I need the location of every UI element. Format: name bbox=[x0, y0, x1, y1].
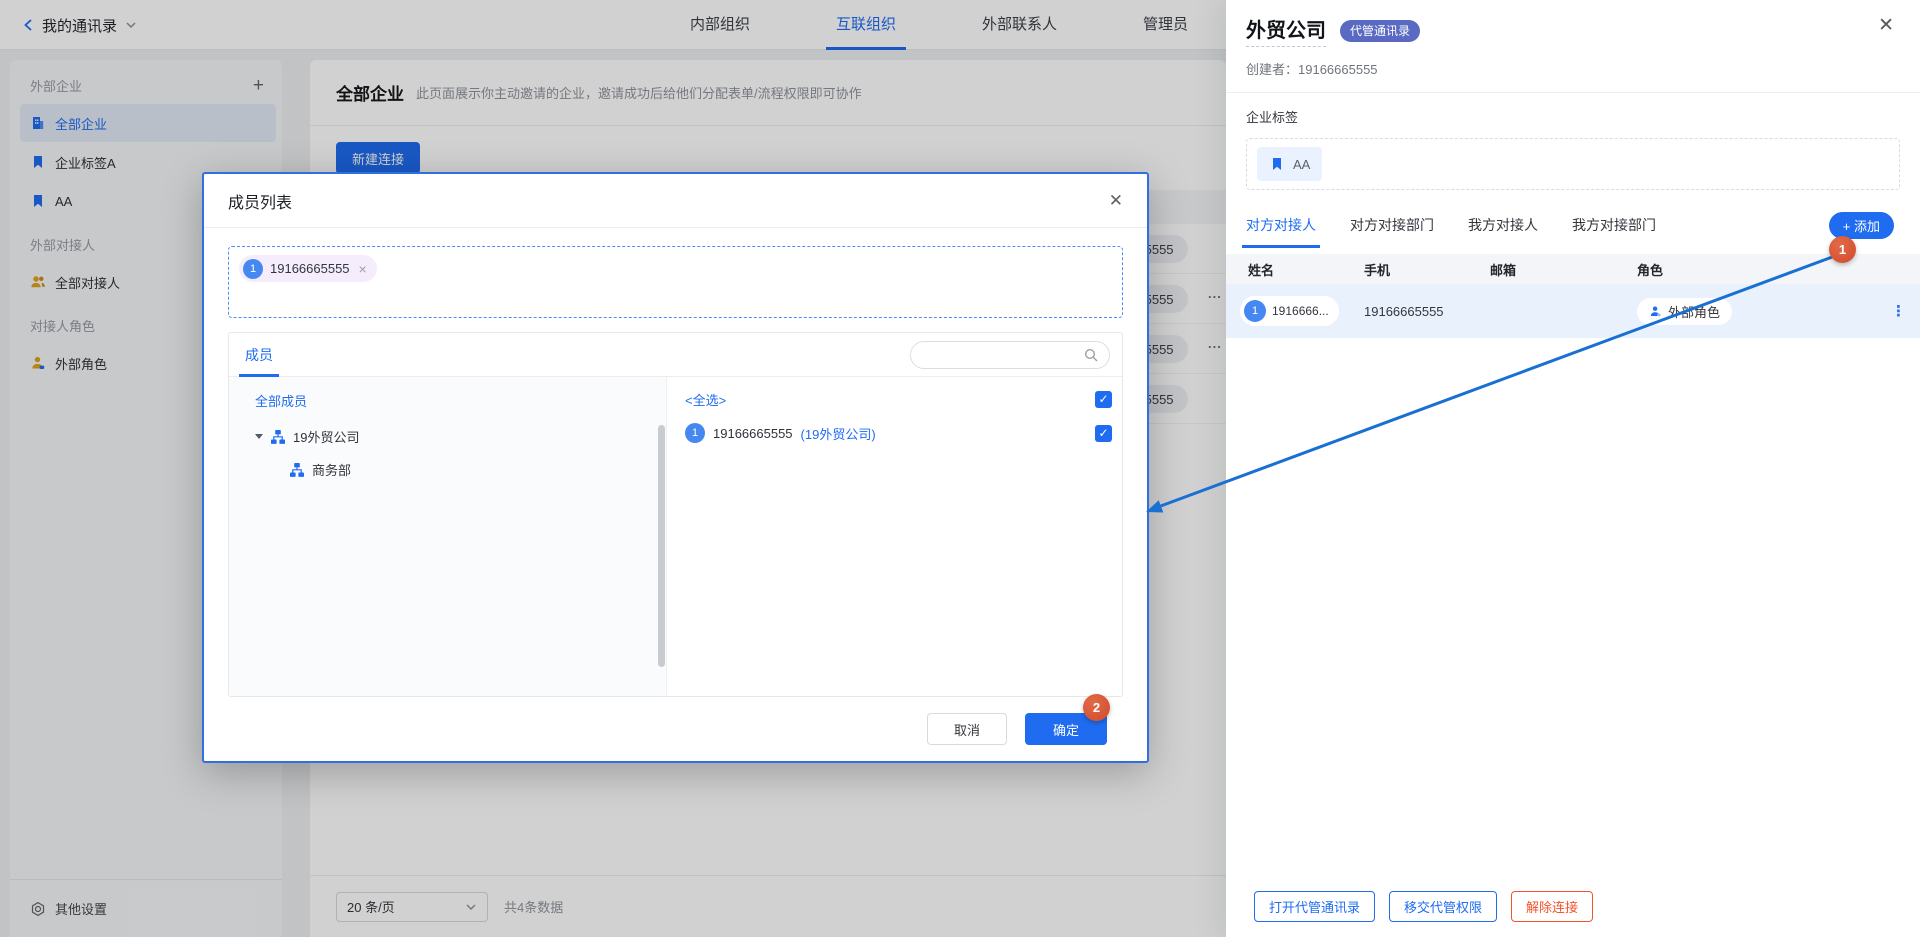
drawer-header: 外贸公司 代管通讯录 bbox=[1226, 0, 1920, 47]
tab-their-contacts[interactable]: 对方对接人 bbox=[1246, 214, 1316, 248]
select-all-checkbox[interactable]: ✓ bbox=[1095, 391, 1112, 408]
selected-members-area[interactable]: 1 19166665555 × bbox=[228, 246, 1123, 318]
cancel-button[interactable]: 取消 bbox=[927, 713, 1007, 745]
contacts-table-header: 姓名 手机 邮箱 角色 bbox=[1226, 254, 1920, 284]
row-menu-icon[interactable]: ⋮ bbox=[1891, 302, 1920, 320]
drawer-footer: 打开代管通讯录 移交代管权限 解除连接 bbox=[1226, 875, 1920, 937]
member-row[interactable]: 1 19166665555 (19外贸公司) ✓ bbox=[685, 415, 1112, 451]
tab-their-departments[interactable]: 对方对接部门 bbox=[1350, 214, 1434, 248]
company-tag-label: 企业标签 bbox=[1226, 93, 1920, 126]
person-icon bbox=[1649, 305, 1662, 318]
tab-members[interactable]: 成员 bbox=[245, 333, 273, 377]
scrollbar-thumb[interactable] bbox=[658, 425, 665, 667]
tree-node-label: 商务部 bbox=[312, 460, 351, 479]
company-tag-value: AA bbox=[1293, 157, 1310, 172]
close-icon[interactable]: ✕ bbox=[1109, 191, 1123, 211]
org-icon bbox=[270, 429, 286, 445]
contact-phone: 19166665555 bbox=[1364, 304, 1490, 319]
contact-role-pill: 外部角色 bbox=[1637, 298, 1732, 325]
avatar: 1 bbox=[243, 259, 263, 279]
company-detail-drawer: ✕ 外贸公司 代管通讯录 创建者：19166665555 企业标签 AA 对方对… bbox=[1226, 0, 1920, 937]
company-name: 外贸公司 bbox=[1246, 14, 1326, 47]
search-box bbox=[910, 341, 1110, 369]
contact-row[interactable]: 1 1916666... 19166665555 外部角色 ⋮ bbox=[1226, 284, 1920, 338]
select-all-row: <全选> ✓ bbox=[685, 383, 1112, 415]
open-managed-directory-button[interactable]: 打开代管通讯录 bbox=[1254, 891, 1375, 922]
contact-name-pill: 1 1916666... bbox=[1240, 296, 1339, 326]
modal-title: 成员列表 bbox=[228, 189, 292, 213]
contacts-table: 姓名 手机 邮箱 角色 1 1916666... 19166665555 bbox=[1226, 254, 1920, 338]
column-header-role: 角色 bbox=[1637, 260, 1920, 279]
step-badge-2: 2 bbox=[1083, 694, 1110, 721]
search-input[interactable] bbox=[921, 348, 1083, 363]
member-name: 19166665555 bbox=[713, 426, 793, 441]
managed-directory-badge: 代管通讯录 bbox=[1340, 20, 1420, 42]
modal-footer: 取消 确定 bbox=[228, 697, 1123, 761]
caret-down-icon[interactable] bbox=[255, 434, 263, 439]
search-icon bbox=[1083, 347, 1099, 363]
add-contact-button[interactable]: + 添加 bbox=[1829, 212, 1894, 239]
member-select-panel: <全选> ✓ 1 19166665555 (19外贸公司) ✓ bbox=[667, 377, 1122, 696]
modal-body: 1 19166665555 × 成员 全部成员 bbox=[204, 228, 1147, 761]
tab-our-contacts[interactable]: 我方对接人 bbox=[1468, 214, 1538, 248]
avatar: 1 bbox=[685, 423, 705, 443]
bookmark-icon bbox=[1269, 156, 1285, 172]
contact-role-label: 外部角色 bbox=[1668, 302, 1720, 321]
member-picker: 成员 全部成员 19外贸公司 bbox=[228, 332, 1123, 697]
member-company: (19外贸公司) bbox=[801, 424, 876, 443]
org-icon bbox=[289, 462, 305, 478]
member-checkbox[interactable]: ✓ bbox=[1095, 425, 1112, 442]
tab-our-departments[interactable]: 我方对接部门 bbox=[1572, 214, 1656, 248]
selected-member-label: 19166665555 bbox=[270, 261, 350, 276]
tree-node-label: 19外贸公司 bbox=[293, 427, 359, 446]
member-list-modal: 成员列表 ✕ 1 19166665555 × 成员 bbox=[202, 172, 1149, 763]
step-badge-1: 1 bbox=[1829, 236, 1856, 263]
disconnect-button[interactable]: 解除连接 bbox=[1511, 891, 1593, 922]
company-tag-aa[interactable]: AA bbox=[1257, 147, 1322, 181]
transfer-managed-rights-button[interactable]: 移交代管权限 bbox=[1389, 891, 1497, 922]
avatar: 1 bbox=[1244, 300, 1266, 322]
all-members-link[interactable]: 全部成员 bbox=[229, 383, 666, 420]
picker-tab-bar: 成员 bbox=[229, 333, 1122, 377]
creator-info: 创建者：19166665555 bbox=[1226, 47, 1920, 93]
org-tree-panel: 全部成员 19外贸公司 商务部 bbox=[229, 377, 667, 696]
tree-node-company[interactable]: 19外贸公司 bbox=[229, 420, 666, 453]
column-header-phone: 手机 bbox=[1364, 260, 1490, 279]
drawer-tabs: 对方对接人 对方对接部门 我方对接人 我方对接部门 + 添加 bbox=[1226, 214, 1920, 248]
close-icon[interactable]: ✕ bbox=[1878, 14, 1894, 37]
remove-tag-icon[interactable]: × bbox=[359, 261, 367, 277]
picker-columns: 全部成员 19外贸公司 商务部 bbox=[229, 377, 1122, 696]
modal-header: 成员列表 ✕ bbox=[204, 174, 1147, 228]
app-root: 我的通讯录 内部组织 互联组织 外部联系人 管理员 外部企业 + 全部企业 企业… bbox=[0, 0, 1920, 937]
contact-name: 1916666... bbox=[1272, 304, 1329, 318]
tree-node-department[interactable]: 商务部 bbox=[229, 453, 666, 486]
selected-member-chip: 1 19166665555 × bbox=[239, 255, 377, 282]
select-all-link[interactable]: <全选> bbox=[685, 390, 726, 409]
company-tag-box: AA bbox=[1246, 138, 1900, 190]
column-header-email: 邮箱 bbox=[1490, 260, 1637, 279]
column-header-name: 姓名 bbox=[1248, 260, 1364, 279]
